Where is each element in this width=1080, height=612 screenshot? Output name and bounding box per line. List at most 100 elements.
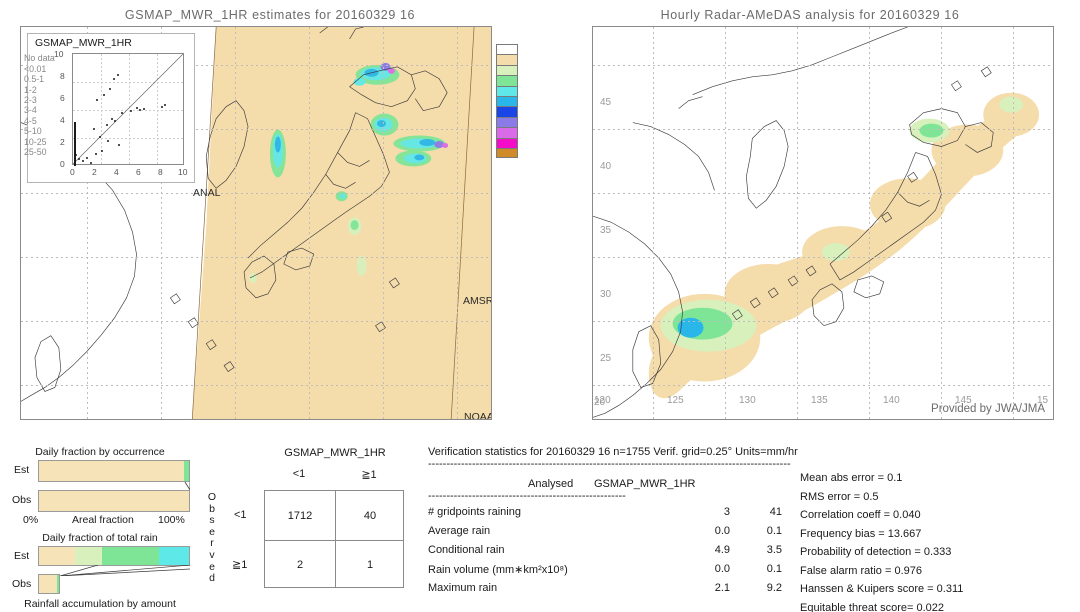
- stat-model-3: 0.1: [766, 563, 782, 575]
- inset-xtick-4: 4: [114, 167, 119, 177]
- verification-header: Verification statistics for 20160329 16 …: [428, 446, 798, 458]
- right-panel-title: Hourly Radar-AMeDAS analysis for 2016032…: [660, 8, 960, 22]
- verification-rule-mid: ----------------------------------------…: [428, 490, 626, 502]
- inset-ytick-10: 10: [54, 49, 64, 59]
- inset-diagonal-line: [73, 54, 183, 164]
- occurrence-axis-center: Areal fraction: [72, 514, 134, 526]
- occurrence-est-bar: [38, 460, 190, 482]
- score-line-0: Mean abs error = 0.1: [800, 472, 903, 484]
- right-lat-25: 25: [600, 353, 612, 364]
- occurrence-axis-right: 100%: [158, 514, 185, 526]
- right-lat-35: 35: [600, 225, 612, 236]
- score-line-2: Correlation coeff = 0.040: [800, 509, 921, 521]
- stat-model-0: 41: [769, 506, 782, 518]
- label-anal: ANAL: [193, 187, 221, 199]
- observed-char: d: [209, 572, 215, 585]
- right-lon-130: 130: [739, 395, 756, 406]
- stat-label-4: Maximum rain: [428, 582, 498, 594]
- colorbar-swatch-1: [496, 54, 518, 65]
- totalrain-connector: [59, 565, 190, 576]
- totalrain-obs-bar: [38, 574, 60, 594]
- score-line-6: Hanssen & Kuipers score = 0.311: [800, 583, 964, 595]
- contingency-cell-false-alarm: 40: [363, 509, 377, 522]
- inset-xtick-8: 8: [158, 167, 163, 177]
- colorbar-swatch-10: [496, 147, 518, 159]
- colorbar-swatch-3: [496, 75, 518, 86]
- observed-char: O: [207, 491, 217, 503]
- occurrence-obs-bar: [38, 490, 190, 512]
- verification-col-analysed: Analysed: [528, 478, 574, 490]
- stat-label-2: Conditional rain: [428, 544, 505, 556]
- stat-model-2: 3.5: [766, 544, 782, 556]
- gsmap-estimate-map: ANAL AMSR2 NOAA-19/AMSU-A/M GSMAP_MWR_1H…: [20, 26, 492, 420]
- occurrence-obs-segment-0: [39, 491, 189, 511]
- figure-root: GSMAP_MWR_1HR estimates for 20160329 16 …: [0, 0, 1080, 612]
- colorbar-label-4: 2-3: [24, 95, 37, 105]
- inset-ytick-2: 2: [60, 137, 65, 147]
- map-credit: Provided by JWA/JMA: [931, 403, 1045, 415]
- right-lon-140: 140: [883, 395, 900, 406]
- contingency-cell-miss: 2: [296, 558, 304, 571]
- right-lat-40: 40: [600, 161, 612, 172]
- left-panel-title: GSMAP_MWR_1HR estimates for 20160329 16: [124, 8, 416, 22]
- stat-model-4: 9.2: [766, 582, 782, 594]
- stat-analysed-4: 2.1: [714, 582, 730, 594]
- occurrence-est-segment-1: [183, 461, 189, 481]
- contingency-observed-label: Observed: [206, 491, 218, 585]
- colorbar-label-2: 0.5-1: [24, 74, 45, 85]
- right-lon-125: 125: [667, 395, 684, 406]
- contingency-grid: 1712 40 2 1: [264, 490, 404, 588]
- colorbar-swatch-4: [496, 85, 518, 96]
- colorbar-swatch-0: [496, 44, 518, 55]
- inset-ytick-6: 6: [60, 93, 65, 103]
- contingency-col-ge1: ≧1: [361, 469, 377, 481]
- colorbar-swatch-9: [496, 137, 518, 148]
- right-lon-145: 145: [955, 395, 972, 406]
- totalrain-obs-label: Obs: [12, 578, 32, 590]
- inset-ytick-8: 8: [60, 71, 65, 81]
- totalrain-est-segment-2: [102, 547, 159, 565]
- contingency-row-ge1: ≧1: [232, 559, 248, 571]
- stat-analysed-2: 4.9: [714, 544, 730, 556]
- totalrain-est-bar: [38, 546, 190, 566]
- score-line-5: False alarm ratio = 0.976: [800, 564, 922, 577]
- stat-label-3: Rain volume (mm∗km²x10⁸): [428, 564, 568, 576]
- colorbar-swatch-8: [496, 127, 518, 138]
- colorbar-swatch-5: [496, 95, 518, 107]
- occurrence-title: Daily fraction by occurrence: [35, 446, 165, 458]
- inset-title: GSMAP_MWR_1HR: [35, 37, 132, 49]
- stat-label-0: # gridpoints raining: [428, 506, 521, 518]
- totalrain-est-label: Est: [14, 550, 30, 562]
- right-lat-20: 20: [594, 397, 606, 408]
- occurrence-est-label: Est: [14, 464, 30, 476]
- colorbar-label-6: 4-5: [24, 115, 37, 126]
- right-lat-45: 45: [600, 97, 612, 108]
- inset-xtick-10: 10: [178, 167, 188, 177]
- colorbar-label-8: 10-25: [24, 136, 47, 147]
- score-line-1: RMS error = 0.5: [800, 490, 879, 503]
- totalrain-est-segment-1: [75, 547, 102, 565]
- stat-label-1: Average rain: [428, 525, 491, 537]
- colorbar-swatch-6: [496, 106, 518, 117]
- contingency-cell-hit: 1: [366, 558, 374, 571]
- contingency-cell-hit-none: 1712: [287, 509, 313, 522]
- colorbar-label-9: 25-50: [24, 147, 47, 157]
- score-line-4: Probability of detection = 0.333: [800, 546, 952, 558]
- totalrain-title: Daily fraction of total rain: [42, 532, 158, 544]
- totalrain-obs-segment-1: [56, 575, 59, 593]
- observed-char: v: [209, 548, 215, 561]
- inset-xtick-0: 0: [70, 167, 75, 177]
- inset-axes: [72, 53, 184, 166]
- inset-ytick-4: 4: [60, 115, 65, 125]
- stat-analysed-1: 0.0: [714, 525, 730, 537]
- label-amsr2: AMSR2: [463, 295, 491, 307]
- totalrain-est-segment-3: [159, 547, 189, 565]
- verification-rule-top: ----------------------------------------…: [428, 458, 791, 470]
- colorbar-label-3: 1-2: [24, 84, 37, 95]
- occurrence-axis-left: 0%: [23, 514, 39, 526]
- occurrence-obs-label: Obs: [12, 494, 32, 506]
- occurrence-connector: [184, 482, 190, 490]
- inset-ytick-0: 0: [60, 159, 65, 169]
- right-lon-150: 15: [1037, 395, 1049, 406]
- score-line-7: Equitable threat score= 0.022: [800, 601, 945, 612]
